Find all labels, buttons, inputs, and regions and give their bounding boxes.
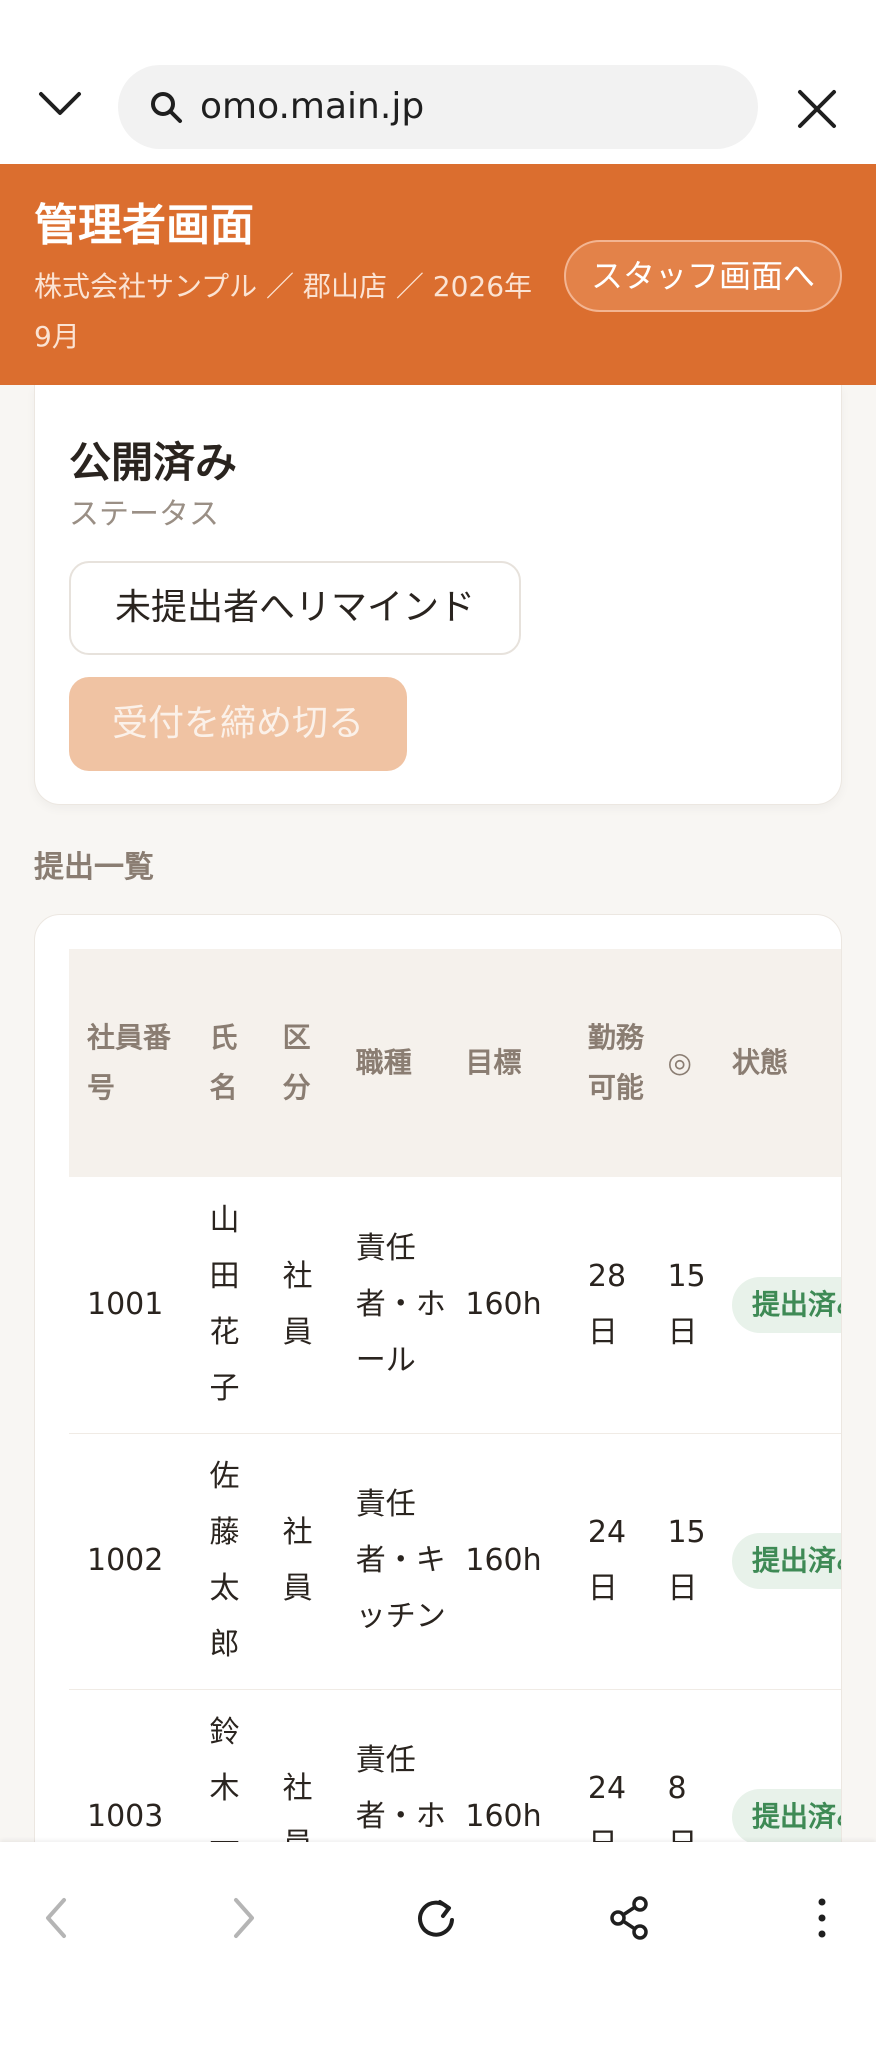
share-icon[interactable]	[606, 1894, 654, 1942]
table-row[interactable]: 1002 佐藤太郎 社員 責任者・キッチン 160h 24日 15日 提出済み	[69, 1433, 841, 1690]
status-label: ステータス	[69, 497, 219, 532]
cell-id: 1002	[69, 1433, 192, 1690]
address-bar[interactable]: omo.main.jp	[118, 65, 758, 149]
cell-pref: 15日	[649, 1177, 714, 1434]
cell-name: 山田花子	[191, 1177, 265, 1434]
page-title: 管理者画面	[34, 200, 254, 251]
breadcrumb: 株式会社サンプル ／ 郡山店 ／ 2026年9月	[34, 270, 533, 353]
status-value: 公開済み	[69, 438, 238, 487]
status-card: 公開済み ステータス 未提出者へリマインド 受付を締め切る	[34, 385, 842, 805]
cell-target: 160h	[447, 1433, 570, 1690]
section-title: 提出一覧	[34, 850, 154, 885]
more-vertical-icon[interactable]	[808, 1894, 836, 1942]
status-badge: 提出済み	[731, 1533, 841, 1589]
remind-button[interactable]: 未提出者へリマインド	[69, 561, 521, 655]
column-header-kind: 区分	[264, 949, 338, 1177]
url-text: omo.main.jp	[200, 86, 425, 127]
cell-target: 160h	[447, 1177, 570, 1434]
cell-pref: 15日	[649, 1433, 714, 1690]
cell-id: 1001	[69, 1177, 192, 1434]
cell-job: 責任者・キッチン	[337, 1433, 448, 1690]
cell-state: 提出済み	[713, 1433, 841, 1690]
admin-header: 管理者画面 株式会社サンプル ／ 郡山店 ／ 2026年9月 スタッフ画面へ	[0, 164, 876, 385]
browser-bottom-bar	[0, 1842, 876, 2048]
submissions-table: 社員番号 氏名 区分 職種 目標 勤務可能 ◎ 状態 1001 山田花子 社員 …	[69, 949, 841, 1946]
column-header-target: 目標	[447, 949, 570, 1177]
table-row[interactable]: 1001 山田花子 社員 責任者・ホール 160h 28日 15日 提出済み	[69, 1177, 841, 1434]
staff-view-button[interactable]: スタッフ画面へ	[564, 240, 842, 312]
reload-icon[interactable]	[412, 1894, 460, 1942]
chevron-right-icon[interactable]	[226, 1894, 262, 1942]
close-icon[interactable]	[794, 86, 840, 132]
cell-days: 28日	[569, 1177, 650, 1434]
search-icon	[151, 92, 182, 123]
column-header-id: 社員番号	[69, 949, 192, 1177]
column-header-pref: ◎	[649, 949, 714, 1177]
cell-days: 24日	[569, 1433, 650, 1690]
close-submissions-button[interactable]: 受付を締め切る	[69, 677, 407, 771]
status-badge: 提出済み	[731, 1276, 841, 1333]
cell-kind: 社員	[264, 1177, 338, 1434]
cell-job: 責任者・ホール	[337, 1177, 448, 1434]
cell-state: 提出済み	[713, 1177, 841, 1434]
column-header-state: 状態	[713, 949, 841, 1177]
cell-name: 佐藤太郎	[191, 1433, 265, 1690]
table-header-row: 社員番号 氏名 区分 職種 目標 勤務可能 ◎ 状態	[69, 949, 841, 1177]
column-header-job: 職種	[337, 949, 448, 1177]
column-header-name: 氏名	[191, 949, 265, 1177]
chevron-left-icon[interactable]	[38, 1894, 74, 1942]
status-badge: 提出済み	[731, 1789, 841, 1845]
browser-top-bar: omo.main.jp	[0, 0, 876, 164]
column-header-days: 勤務可能	[569, 949, 650, 1177]
chevron-down-icon[interactable]	[38, 90, 82, 118]
cell-kind: 社員	[264, 1433, 338, 1690]
